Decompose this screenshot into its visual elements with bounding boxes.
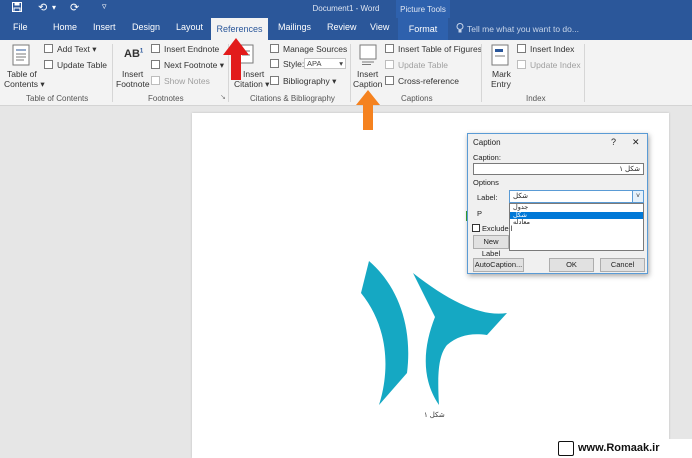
toc-label-line1[interactable]: Table of bbox=[7, 69, 37, 79]
picture-tools-label: Picture Tools bbox=[396, 0, 450, 18]
dialog-launcher-icon[interactable]: ↘ bbox=[220, 93, 226, 101]
cross-reference-button[interactable]: Cross-reference bbox=[398, 76, 459, 86]
group-label-toc: Table of Contents bbox=[26, 94, 89, 103]
insert-endnote-icon bbox=[151, 44, 160, 53]
figure-caption: شکل ۱ bbox=[424, 412, 445, 419]
tab-insert[interactable]: Insert bbox=[93, 22, 116, 32]
ribbon-references: Table of Contents ▾ Add Text ▾ Update Ta… bbox=[0, 40, 692, 106]
group-divider bbox=[584, 44, 585, 102]
group-label-citations: Citations & Bibliography bbox=[250, 94, 335, 103]
group-divider bbox=[481, 44, 482, 102]
ribbon-tabs: File Home Insert Design Layout Reference… bbox=[0, 18, 692, 40]
insert-caption-line2[interactable]: Caption bbox=[353, 79, 382, 89]
window-title: Document1 - Word bbox=[312, 4, 380, 13]
site-watermark: www.Romaak.ir bbox=[556, 439, 692, 458]
title-bar: ⟲ ▾ ⟳ ▿ Document1 - Word Picture Tools bbox=[0, 0, 692, 18]
exclude-label-checkbox[interactable] bbox=[472, 224, 480, 232]
caption-input[interactable]: شکل ۱ bbox=[473, 163, 644, 175]
bibliography-button[interactable]: Bibliography ▾ bbox=[283, 76, 336, 87]
tab-format[interactable]: Format bbox=[398, 18, 448, 40]
mark-entry-line1[interactable]: Mark bbox=[492, 69, 511, 79]
position-label: P bbox=[477, 209, 483, 218]
style-label: Style: bbox=[283, 59, 305, 69]
label-options-list[interactable]: جدول شکل معادله bbox=[509, 203, 644, 251]
options-heading: Options bbox=[473, 178, 499, 187]
caption-field-label: Caption: bbox=[473, 153, 501, 162]
label-select[interactable]: شکل ˅ bbox=[509, 190, 644, 203]
ok-button[interactable]: OK bbox=[549, 258, 594, 272]
add-text-icon bbox=[44, 44, 53, 53]
next-footnote-icon bbox=[151, 60, 160, 69]
insert-endnote-button[interactable]: Insert Endnote bbox=[164, 44, 219, 54]
romaak-logo-icon bbox=[558, 441, 574, 456]
selected-picture[interactable] bbox=[355, 255, 515, 415]
insert-caption-line1[interactable]: Insert bbox=[357, 69, 378, 79]
update-index-icon bbox=[517, 60, 526, 69]
tab-references[interactable]: References bbox=[211, 18, 268, 40]
insert-table-of-figures-button[interactable]: Insert Table of Figures bbox=[398, 44, 482, 54]
label-option[interactable]: جدول bbox=[510, 204, 643, 212]
insert-footnote-icon[interactable]: AB1 bbox=[124, 48, 143, 60]
update-table-button[interactable]: Update Table bbox=[57, 60, 107, 70]
label-option-selected[interactable]: شکل bbox=[510, 211, 643, 219]
cross-reference-icon bbox=[385, 76, 394, 85]
insert-caption-icon[interactable] bbox=[359, 44, 377, 68]
group-label-footnotes: Footnotes bbox=[148, 94, 184, 103]
insert-footnote-line1[interactable]: Insert bbox=[122, 69, 143, 79]
chevron-down-icon: ▾ bbox=[339, 59, 343, 68]
orange-arrow-icon bbox=[356, 90, 380, 130]
red-arrow-icon bbox=[223, 38, 249, 80]
group-divider bbox=[112, 44, 113, 102]
insert-index-icon bbox=[517, 44, 526, 53]
manage-sources-icon bbox=[270, 44, 279, 53]
update-table-figures-button[interactable]: Update Table bbox=[398, 60, 448, 70]
new-label-button[interactable]: New Label bbox=[473, 235, 509, 258]
mark-entry-line2[interactable]: Entry bbox=[491, 79, 511, 89]
tab-home[interactable]: Home bbox=[53, 22, 77, 32]
tab-view[interactable]: View bbox=[370, 22, 389, 32]
group-label-captions: Captions bbox=[401, 94, 433, 103]
group-label-index: Index bbox=[526, 94, 546, 103]
label-option[interactable]: معادله bbox=[510, 219, 643, 227]
help-icon[interactable]: ? bbox=[611, 137, 616, 147]
watermark-url: www.Romaak.ir bbox=[578, 442, 660, 454]
autocaption-button[interactable]: AutoCaption... bbox=[473, 258, 524, 272]
tab-mailings[interactable]: Mailings bbox=[278, 22, 311, 32]
style-select[interactable]: APA ▾ bbox=[304, 58, 346, 69]
group-divider bbox=[350, 44, 351, 102]
insert-index-button[interactable]: Insert Index bbox=[530, 44, 574, 54]
style-icon bbox=[270, 59, 279, 68]
add-text-button[interactable]: Add Text ▾ bbox=[57, 44, 97, 55]
insert-citation-line2[interactable]: Citation ▾ bbox=[234, 79, 269, 90]
toc-label-line2[interactable]: Contents ▾ bbox=[4, 79, 45, 90]
show-notes-button[interactable]: Show Notes bbox=[164, 76, 210, 86]
tab-layout[interactable]: Layout bbox=[176, 22, 203, 32]
exclude-label-text: Exclude l bbox=[482, 224, 513, 233]
tab-review[interactable]: Review bbox=[327, 22, 357, 32]
update-index-button[interactable]: Update Index bbox=[530, 60, 581, 70]
lightbulb-icon bbox=[456, 23, 464, 35]
close-icon[interactable]: ✕ bbox=[632, 137, 640, 148]
tell-me-search[interactable]: Tell me what you want to do... bbox=[467, 24, 579, 34]
mark-entry-icon[interactable] bbox=[491, 44, 509, 68]
update-table-figures-icon bbox=[385, 60, 394, 69]
show-notes-icon bbox=[151, 76, 160, 85]
chevron-down-icon[interactable]: ˅ bbox=[632, 191, 643, 202]
manage-sources-button[interactable]: Manage Sources bbox=[283, 44, 347, 54]
insert-footnote-line2[interactable]: Footnote bbox=[116, 79, 150, 89]
update-table-icon bbox=[44, 60, 53, 69]
cancel-button[interactable]: Cancel bbox=[600, 258, 645, 272]
bibliography-icon bbox=[270, 76, 279, 85]
dialog-title: Caption bbox=[473, 138, 501, 147]
next-footnote-button[interactable]: Next Footnote ▾ bbox=[164, 60, 224, 71]
table-of-figures-icon bbox=[385, 44, 394, 53]
tab-file[interactable]: File bbox=[13, 22, 28, 32]
table-of-contents-icon[interactable] bbox=[12, 44, 30, 68]
tab-design[interactable]: Design bbox=[132, 22, 160, 32]
label-field-label: Label: bbox=[477, 193, 498, 202]
caption-dialog: Caption ? ✕ Caption: شکل ۱ Options Label… bbox=[467, 133, 648, 274]
